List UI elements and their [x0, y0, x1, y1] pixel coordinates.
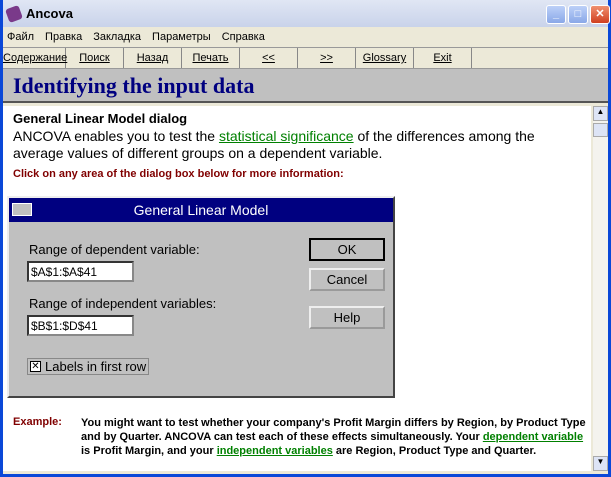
minimize-button[interactable]: _ — [546, 5, 566, 24]
help-content: General Linear Model dialog ANCOVA enabl… — [3, 106, 591, 471]
dialog-image[interactable]: General Linear Model Range of dependent … — [7, 196, 395, 398]
cancel-button[interactable]: Cancel — [309, 268, 385, 291]
back-button[interactable]: Назад — [124, 48, 182, 68]
independent-variables-link[interactable]: independent variables — [217, 445, 333, 457]
system-menu-icon[interactable] — [12, 203, 32, 216]
checkbox-checked-icon[interactable]: ✕ — [30, 361, 41, 372]
dependent-variable-link[interactable]: dependent variable — [483, 431, 583, 443]
example-text-2: is Profit Margin, and your — [81, 445, 217, 457]
dialog-title: General Linear Model — [133, 202, 269, 218]
menu-help[interactable]: Справка — [222, 31, 265, 43]
prev-button[interactable]: << — [240, 48, 298, 68]
labels-checkbox[interactable]: ✕ Labels in first row — [27, 358, 150, 375]
search-button[interactable]: Поиск — [66, 48, 124, 68]
menu-edit[interactable]: Правка — [45, 31, 82, 43]
example-section: Example: You might want to test whether y… — [13, 416, 586, 458]
glossary-button[interactable]: Glossary — [356, 48, 414, 68]
independent-label: Range of independent variables: — [29, 296, 217, 311]
print-button[interactable]: Печать — [182, 48, 240, 68]
scroll-up-icon[interactable]: ▲ — [593, 106, 608, 121]
independent-range-input[interactable]: $B$1:$D$41 — [27, 315, 134, 336]
checkbox-label: Labels in first row — [45, 359, 147, 374]
menu-file[interactable]: Файл — [7, 31, 34, 43]
intro-text: ANCOVA enables you to test the — [13, 128, 219, 144]
contents-button[interactable]: Содержание — [3, 48, 67, 68]
page-title: Identifying the input data — [3, 69, 608, 103]
book-icon — [5, 4, 23, 23]
scroll-down-icon[interactable]: ▼ — [593, 456, 608, 471]
close-button[interactable]: ✕ — [590, 5, 610, 24]
menu-bookmark[interactable]: Закладка — [93, 31, 141, 43]
dependent-range-input[interactable]: $A$1:$A$41 — [27, 261, 134, 282]
menu-options[interactable]: Параметры — [152, 31, 211, 43]
window-title: Ancova — [26, 6, 73, 21]
dependent-label: Range of dependent variable: — [29, 242, 200, 257]
statistical-significance-link[interactable]: statistical significance — [219, 128, 354, 144]
scroll-thumb[interactable] — [593, 123, 608, 137]
exit-button[interactable]: Exit — [414, 48, 472, 68]
instruction-text: Click on any area of the dialog box belo… — [13, 168, 344, 180]
help-button[interactable]: Help — [309, 306, 385, 329]
toolbar: Содержание Поиск Назад Печать << >> Glossary Ex… — [3, 47, 608, 69]
next-button[interactable]: >> — [298, 48, 356, 68]
section-heading: General Linear Model dialog — [13, 111, 188, 126]
title-bar: Ancova — [3, 0, 608, 27]
menu-bar: Файл Правка Закладка Параметры Справка — [3, 27, 608, 47]
ok-button[interactable]: OK — [309, 238, 385, 261]
dialog-title-bar[interactable]: General Linear Model — [9, 198, 393, 222]
example-text-3: are Region, Product Type and Quarter. — [332, 445, 537, 457]
example-label: Example: — [13, 416, 62, 428]
maximize-button[interactable]: □ — [568, 5, 588, 24]
vertical-scrollbar[interactable]: ▲ ▼ — [593, 106, 608, 471]
